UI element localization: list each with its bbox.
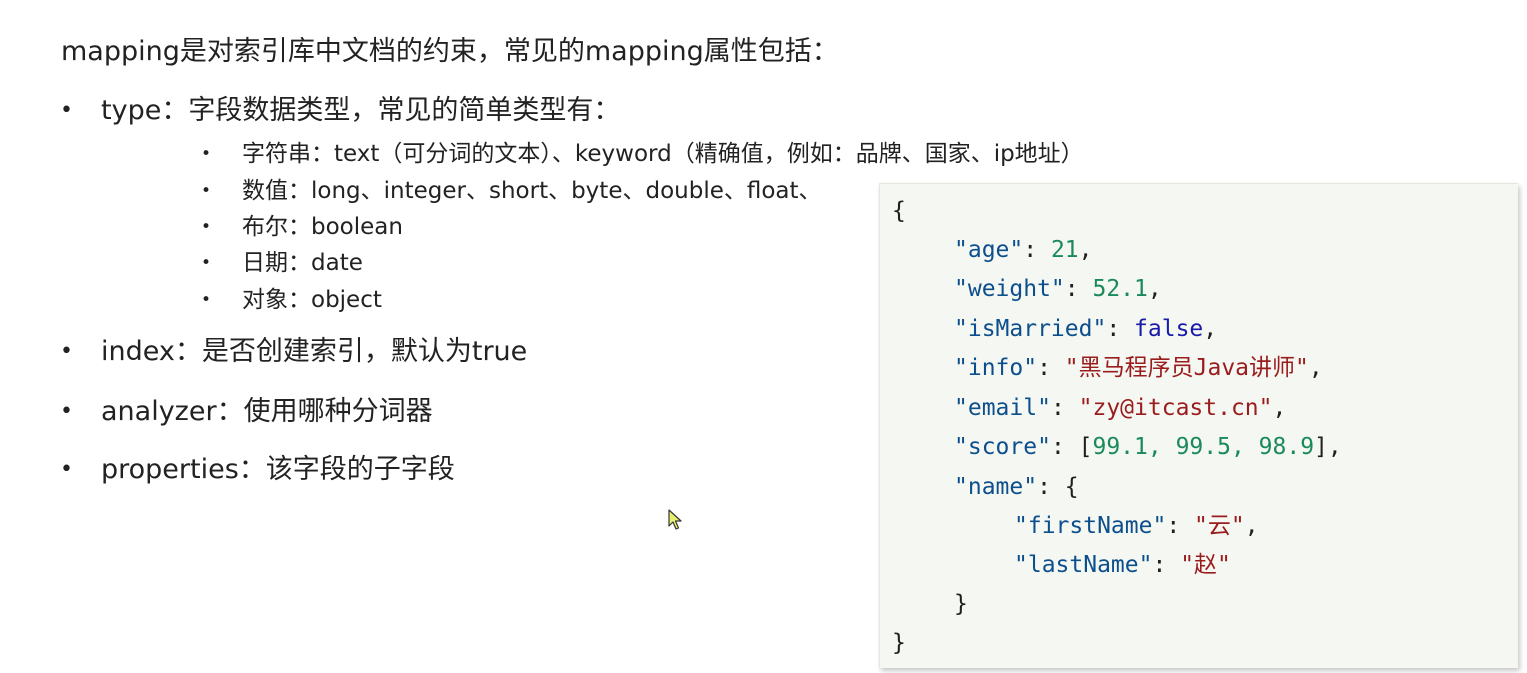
code-line-ismarried: "isMarried": false, [954,316,1218,342]
item-type: type：字段数据类型，常见的简单类型有： [101,95,621,126]
code-open-brace: { [892,198,906,224]
sub-item-date: 日期：date [242,250,363,276]
code-line-email: "email": "zy@itcast.cn", [954,395,1287,421]
bullet-dot: • [60,98,73,123]
sub-item-boolean: 布尔：boolean [242,214,403,240]
item-analyzer: analyzer：使用哪种分词器 [101,396,433,427]
bullet-dot: • [60,399,73,424]
code-line-name: "name": { [954,474,1079,500]
code-line-firstname: "firstName": "云", [1014,513,1259,539]
sub-bullet-dot: • [201,217,212,237]
item-index: index：是否创建索引，默认为true [101,336,528,367]
code-line-weight: "weight": 52.1, [954,276,1162,302]
sub-item-string: 字符串：text（可分词的文本）、keyword（精确值，例如：品牌、国家、ip… [242,141,1084,167]
sub-bullet-dot: • [201,253,212,273]
sub-bullet-dot: • [201,144,212,164]
item-properties: properties：该字段的子字段 [101,454,455,485]
bullet-dot: • [60,339,73,364]
sub-item-object: 对象：object [242,287,382,313]
code-name-close-brace: } [954,591,968,617]
json-code-block: { "age": 21, "weight": 52.1, "isMarried"… [879,183,1518,668]
sub-item-number: 数值：long、integer、short、byte、double、float、 [242,178,822,204]
sub-bullet-dot: • [201,181,212,201]
bullet-dot: • [60,457,73,482]
mouse-pointer-icon [668,509,682,530]
intro-text: mapping是对索引库中文档的约束，常见的mapping属性包括： [61,36,839,67]
code-line-score: "score": [99.1, 99.5, 98.9], [954,434,1342,460]
code-line-info: "info": "黑马程序员Java讲师", [954,355,1323,381]
code-line-age: "age": 21, [954,237,1093,263]
code-line-lastname: "lastName": "赵" [1014,552,1231,578]
code-close-brace: } [892,630,906,656]
sub-bullet-dot: • [201,290,212,310]
